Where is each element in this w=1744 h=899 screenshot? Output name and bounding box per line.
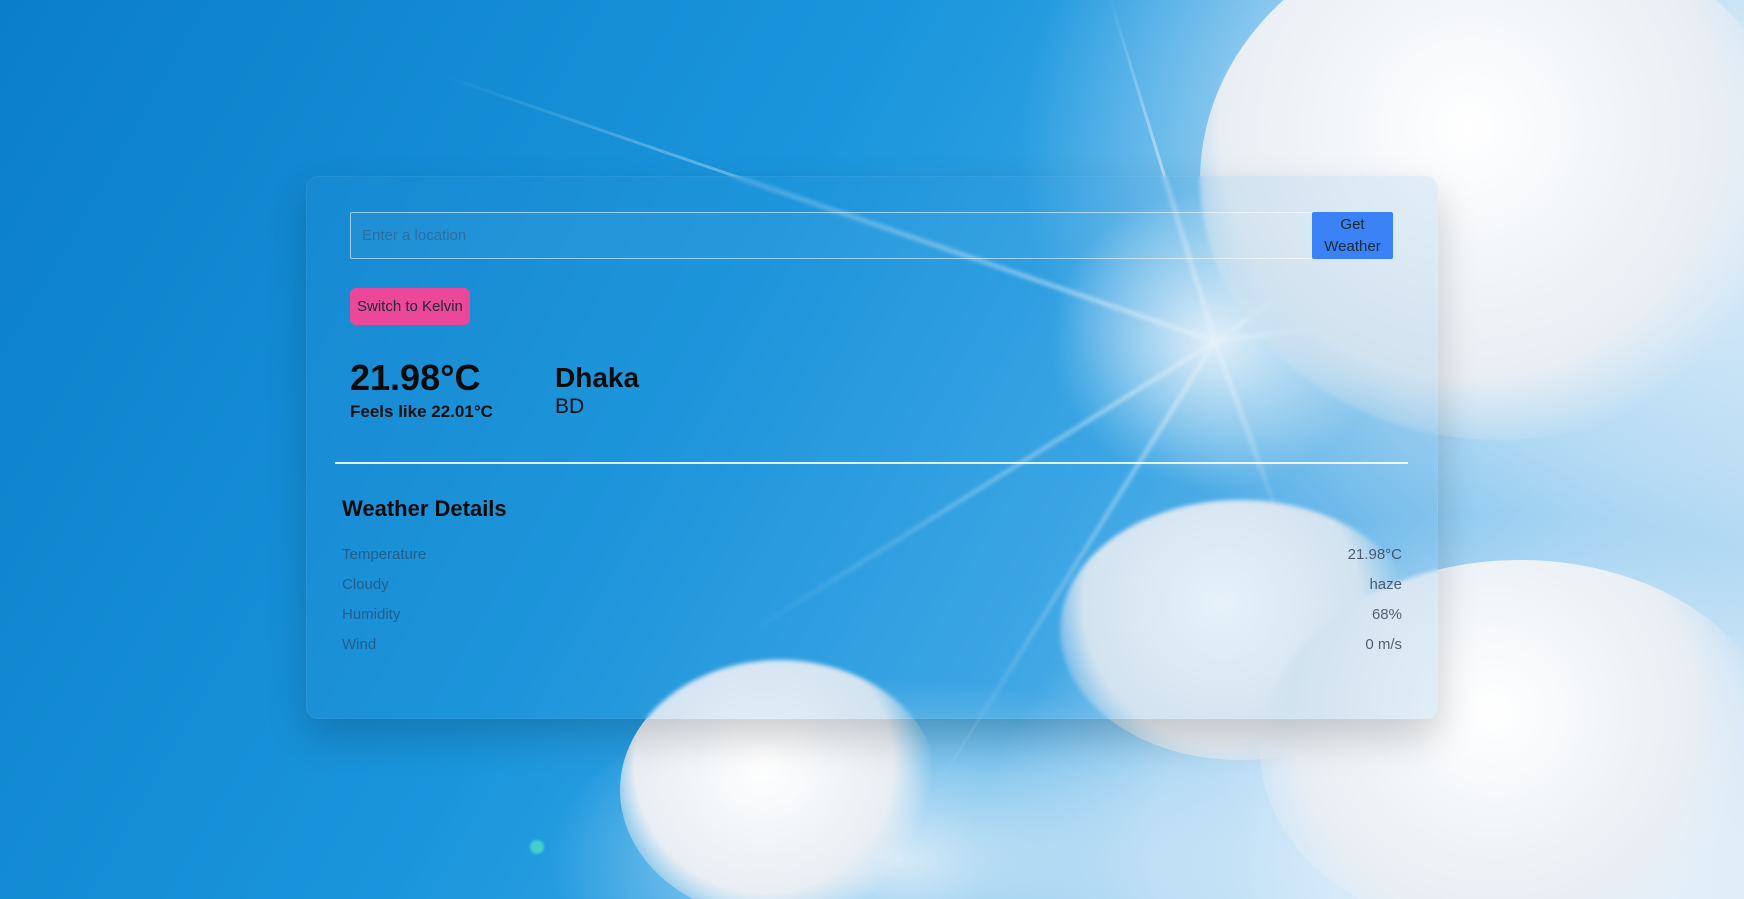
city-name: Dhaka (555, 362, 640, 393)
search-bar: Get Weather (350, 212, 1393, 259)
lens-flare (530, 840, 544, 854)
detail-row-humidity: Humidity 68% (342, 606, 1402, 636)
switch-unit-button[interactable]: Switch to Kelvin (350, 288, 470, 325)
detail-row-cloudy: Cloudy haze (342, 576, 1402, 606)
detail-value: 21.98°C (1347, 546, 1402, 563)
detail-row-wind: Wind 0 m/s (342, 636, 1402, 666)
location-input[interactable] (350, 212, 1312, 259)
temperature-value: 21.98°C (350, 357, 481, 398)
detail-label: Humidity (342, 606, 401, 623)
country-code: BD (555, 395, 585, 418)
feels-like-text: Feels like 22.01°C (350, 402, 493, 421)
detail-value: haze (1369, 576, 1402, 593)
detail-label: Wind (342, 636, 377, 653)
details-heading: Weather Details (342, 496, 507, 521)
detail-label: Cloudy (342, 576, 389, 593)
current-temperature-block: 21.98°C Feels like 22.01°C (350, 360, 493, 422)
divider (335, 462, 1408, 464)
detail-value: 68% (1371, 606, 1402, 623)
details-list: Temperature 21.98°C Cloudy haze Humidity… (342, 546, 1402, 666)
location-block: Dhaka BD (555, 363, 639, 419)
detail-value: 0 m/s (1365, 636, 1402, 653)
get-weather-button[interactable]: Get Weather (1312, 212, 1393, 259)
detail-label: Temperature (342, 546, 427, 563)
detail-row-temperature: Temperature 21.98°C (342, 546, 1402, 576)
weather-card: Get Weather Switch to Kelvin 21.98°C Fee… (306, 176, 1438, 719)
